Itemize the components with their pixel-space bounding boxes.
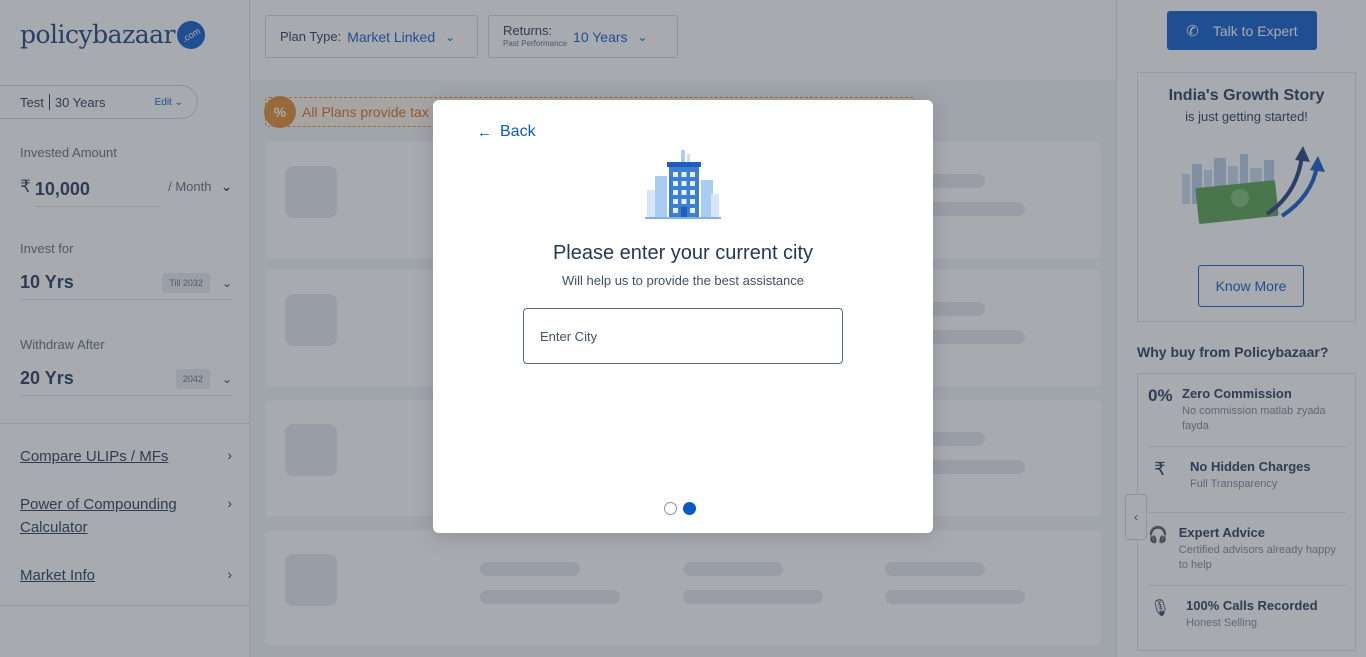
- back-button[interactable]: ← Back: [477, 123, 536, 141]
- city-modal: ← Back Please enter your current city Wi…: [433, 100, 933, 533]
- modal-title: Please enter your current city: [552, 242, 814, 264]
- modal-subtitle: Will help us to provide the best assista…: [561, 273, 805, 288]
- step-dot-2-active: [683, 502, 696, 515]
- city-buildings-icon: [645, 150, 721, 219]
- step-dot-1: [664, 502, 677, 515]
- arrow-left-icon: ←: [477, 123, 492, 141]
- city-input[interactable]: [523, 308, 843, 364]
- step-indicator: [664, 502, 696, 515]
- back-label: Back: [500, 123, 536, 140]
